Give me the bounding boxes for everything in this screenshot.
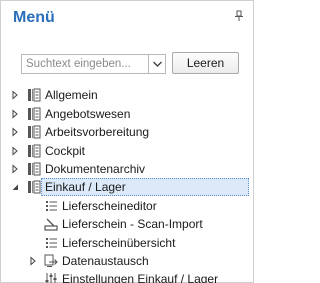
menu-panel: Menü Leeren Allgemein [0, 0, 254, 283]
tree-item-label: Lieferscheineditor [62, 199, 157, 213]
pin-icon[interactable] [233, 10, 245, 22]
settings-sliders-icon [45, 273, 57, 283]
tree-item-cockpit[interactable]: Cockpit [1, 142, 253, 160]
tree-item-einkauf-lager[interactable]: Einkauf / Lager [1, 178, 253, 196]
tree-item-label: Einstellungen Einkauf / Lager [62, 272, 219, 283]
tree-item-label: Allgemein [45, 88, 98, 102]
chevron-down-icon [153, 61, 162, 67]
document-folder-icon [28, 107, 41, 121]
tree-item-dokumentenarchiv[interactable]: Dokumentenarchiv [1, 160, 253, 178]
search-combobox[interactable] [21, 54, 166, 74]
document-folder-icon [28, 125, 41, 139]
list-icon [46, 201, 57, 211]
tree-item-label: Dokumentenarchiv [45, 162, 146, 176]
tree-item-label: Einkauf / Lager [45, 180, 126, 194]
tree-item-label: Arbeitsvorbereitung [45, 125, 150, 139]
search-dropdown-button[interactable] [148, 55, 165, 73]
expand-arrow-icon[interactable] [10, 164, 20, 174]
list-icon [46, 238, 57, 248]
clear-button[interactable]: Leeren [172, 52, 239, 74]
panel-title: Menü [13, 9, 55, 26]
expand-arrow-icon[interactable] [10, 109, 20, 119]
tree-item-lieferschein-scan-import[interactable]: Lieferschein - Scan-Import [1, 215, 253, 233]
tree-item-label: Lieferschein - Scan-Import [62, 217, 203, 231]
data-exchange-icon [44, 254, 58, 267]
tree-item-label: Cockpit [45, 144, 86, 158]
document-folder-icon [28, 144, 41, 158]
tree-item-label: Lieferscheinübersicht [62, 236, 176, 250]
tree-item-lieferscheinuebersicht[interactable]: Lieferscheinübersicht [1, 234, 253, 252]
tree-item-datenaustausch[interactable]: Datenaustausch [1, 252, 253, 270]
expand-arrow-icon[interactable] [28, 256, 38, 266]
document-folder-icon [28, 162, 41, 176]
tree-item-einstellungen-einkauf-lager[interactable]: Einstellungen Einkauf / Lager [1, 270, 253, 283]
tree-item-allgemein[interactable]: Allgemein [1, 86, 253, 104]
scan-icon [44, 218, 58, 231]
tree-item-arbeitsvorbereitung[interactable]: Arbeitsvorbereitung [1, 123, 253, 141]
expand-arrow-icon[interactable] [10, 146, 20, 156]
tree-item-label: Angebotswesen [45, 107, 131, 121]
search-input[interactable] [22, 55, 148, 73]
expand-arrow-icon[interactable] [10, 90, 20, 100]
collapse-arrow-icon[interactable] [10, 182, 20, 192]
panel-titlebar: Menü [1, 1, 253, 35]
document-folder-icon [28, 88, 41, 102]
tree-item-label: Datenaustausch [62, 254, 149, 268]
document-folder-icon [28, 180, 41, 194]
expand-arrow-icon[interactable] [10, 127, 20, 137]
tree-item-lieferscheineditor[interactable]: Lieferscheineditor [1, 197, 253, 215]
tree-item-angebotswesen[interactable]: Angebotswesen [1, 105, 253, 123]
